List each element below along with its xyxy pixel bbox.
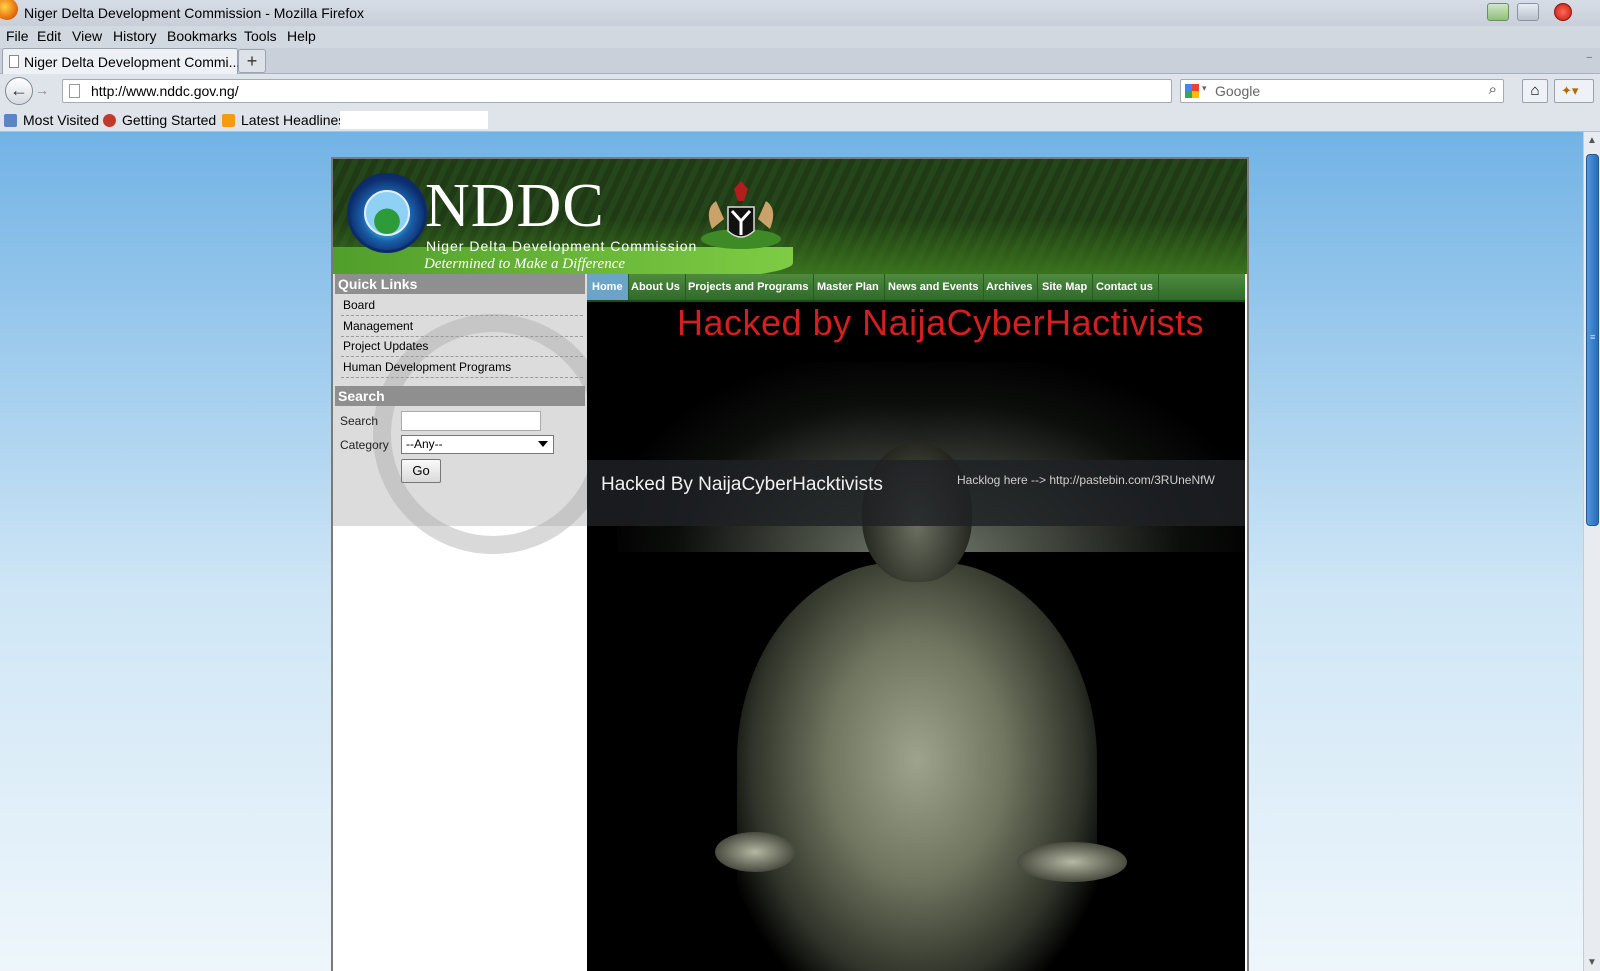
quick-links-heading: Quick Links [335, 274, 585, 294]
scroll-up-icon[interactable]: ▲ [1587, 135, 1597, 146]
search-label: Search [340, 414, 379, 428]
addon-button[interactable]: ✦▾ [1554, 79, 1594, 103]
defacement-caption-band: Hacked By NaijaCyberHacktivists Hacklog … [587, 460, 1245, 526]
category-label: Category [340, 438, 389, 452]
defacement-banner: Hacked by NaijaCyberHactivists [677, 302, 1205, 343]
search-placeholder[interactable]: Google [1215, 83, 1260, 99]
window-title: Niger Delta Development Commission - Moz… [24, 5, 364, 21]
tab-nddc[interactable]: Niger Delta Development Commi... [2, 48, 241, 74]
figure-hand-left [715, 832, 795, 872]
back-button[interactable]: ← [5, 77, 33, 105]
quick-link-project-updates[interactable]: Project Updates [341, 337, 583, 357]
nav-news-events[interactable]: News and Events [883, 274, 985, 300]
menu-bar: File Edit View History Bookmarks Tools H… [0, 26, 1600, 48]
search-magnifier-icon[interactable]: ⌕ [1489, 81, 1497, 98]
tab-list-icon[interactable]: – [1586, 52, 1592, 63]
grip-icon: ≡ [1590, 332, 1596, 342]
chevron-down-icon [538, 441, 548, 447]
coat-of-arms-icon [701, 181, 781, 249]
nav-projects-programs[interactable]: Projects and Programs [683, 274, 815, 300]
nav-master-plan[interactable]: Master Plan [812, 274, 885, 300]
go-button[interactable]: Go [401, 459, 441, 483]
search-bar[interactable]: ▾ Google ⌕ [1180, 79, 1504, 103]
nav-home[interactable]: Home [587, 274, 629, 300]
url-text[interactable]: http://www.nddc.gov.ng/ [91, 83, 239, 99]
home-button[interactable]: ⌂ [1522, 79, 1548, 103]
page-viewport: NDDC Niger Delta Development Commission … [0, 132, 1583, 971]
page-icon [69, 84, 80, 98]
figure-hand-right [1017, 842, 1127, 882]
nav-contact-us[interactable]: Contact us [1091, 274, 1159, 300]
bookmarks-empty-slot [340, 111, 488, 129]
quick-link-board[interactable]: Board [341, 296, 583, 316]
figure-body [737, 562, 1097, 971]
left-sidebar: Quick Links Board Management Project Upd… [333, 274, 613, 554]
page-icon [9, 55, 19, 68]
bookmarks-bar: Most Visited Getting Started Latest Head… [0, 108, 1600, 132]
site-nav-menu: Home About Us Projects and Programs Mast… [587, 274, 1245, 302]
category-select[interactable]: --Any-- [401, 435, 554, 454]
menu-edit[interactable]: Edit [37, 28, 61, 44]
menu-view[interactable]: View [72, 28, 102, 44]
close-window-button[interactable] [1554, 3, 1572, 21]
navigation-toolbar: ← → http://www.nddc.gov.ng/ ☆ ▾ ↻ ▾ Goog… [0, 74, 1600, 108]
bookmark-folder-icon [4, 114, 17, 127]
bookmark-most-visited[interactable]: Most Visited [4, 112, 99, 128]
forward-button[interactable]: → [35, 82, 49, 98]
firefox-icon [0, 0, 18, 20]
url-bar[interactable]: http://www.nddc.gov.ng/ ☆ ▾ ↻ [62, 79, 1231, 103]
defacement-title: Hacked By NaijaCyberHacktivists [601, 474, 883, 495]
nddc-logo-icon[interactable] [347, 173, 427, 253]
nav-about-us[interactable]: About Us [626, 274, 686, 300]
engine-dropdown-icon[interactable]: ▾ [1202, 83, 1207, 94]
site-full-name: Niger Delta Development Commission [426, 238, 698, 254]
quick-link-management[interactable]: Management [341, 317, 583, 337]
menu-bookmarks[interactable]: Bookmarks [167, 28, 237, 44]
menu-tools[interactable]: Tools [244, 28, 277, 44]
menu-help[interactable]: Help [287, 28, 316, 44]
google-engine-icon[interactable] [1185, 84, 1199, 98]
rss-icon [222, 114, 235, 127]
quick-link-human-development[interactable]: Human Development Programs [341, 358, 583, 378]
tab-label: Niger Delta Development Commi... [24, 54, 241, 70]
minimize-button[interactable] [1487, 3, 1509, 21]
tab-strip: Niger Delta Development Commi... + – [0, 48, 1600, 74]
firefox-icon [103, 114, 116, 127]
site-header: NDDC Niger Delta Development Commission … [333, 159, 1247, 274]
menu-file[interactable]: File [6, 28, 29, 44]
site-name: NDDC [425, 172, 605, 240]
site-tagline: Determined to Make a Difference [424, 256, 626, 272]
nddc-site: NDDC Niger Delta Development Commission … [331, 157, 1249, 971]
defacement-image: Hacked by NaijaCyberHactivists Hacked By… [587, 302, 1245, 971]
nav-archives[interactable]: Archives [981, 274, 1039, 300]
new-tab-button[interactable]: + [238, 49, 266, 73]
menu-history[interactable]: History [113, 28, 157, 44]
bookmark-latest-headlines[interactable]: Latest Headlines [222, 112, 345, 128]
search-heading: Search [335, 386, 585, 406]
window-title-bar: Niger Delta Development Commission - Moz… [0, 0, 1600, 26]
site-search-input[interactable] [401, 411, 541, 431]
scrollbar-thumb[interactable]: ≡ [1586, 154, 1599, 526]
scroll-down-icon[interactable]: ▼ [1587, 957, 1597, 968]
hacklog-link[interactable]: Hacklog here --> http://pastebin.com/3RU… [957, 473, 1215, 487]
maximize-button[interactable] [1517, 3, 1539, 21]
vertical-scrollbar[interactable]: ▲ ≡ ▼ [1583, 132, 1600, 971]
bookmark-getting-started[interactable]: Getting Started [103, 112, 216, 128]
nav-site-map[interactable]: Site Map [1037, 274, 1094, 300]
